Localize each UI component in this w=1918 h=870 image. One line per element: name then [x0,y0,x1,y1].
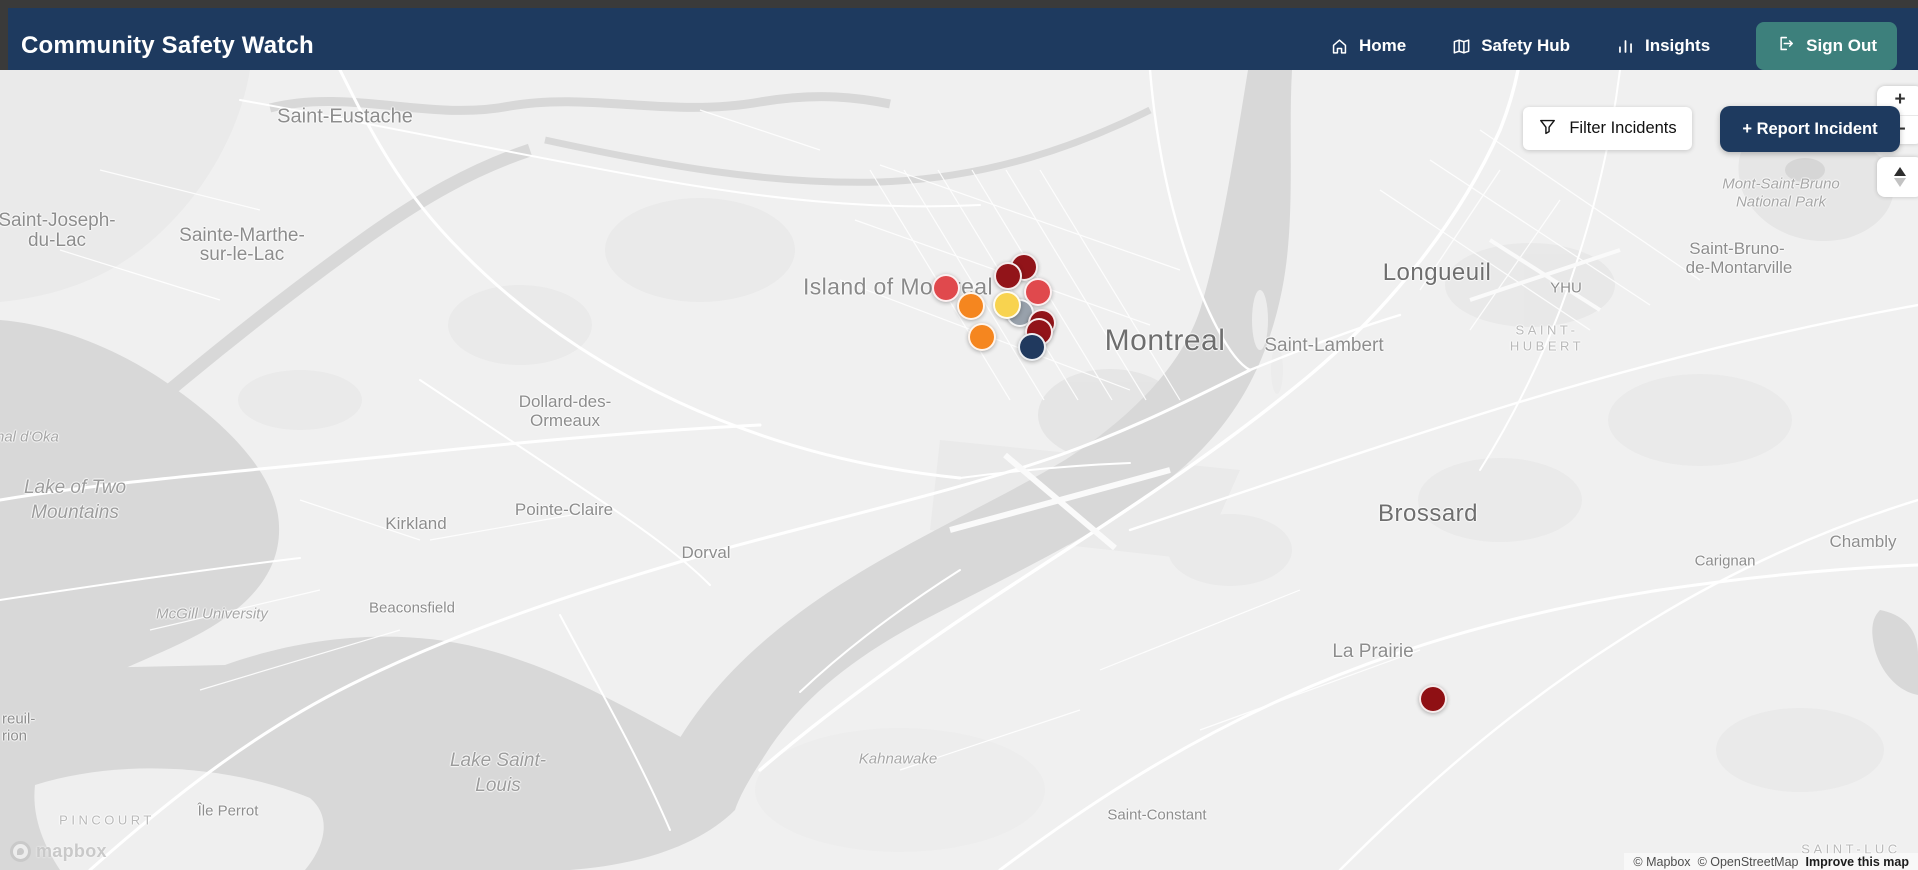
app-title: Community Safety Watch [21,32,314,59]
bar-chart-icon [1616,37,1635,56]
incident-marker[interactable] [1018,333,1046,361]
logout-icon [1776,34,1795,58]
map-icon [1452,37,1471,56]
nav-item-label: Safety Hub [1481,36,1570,55]
header-row: Community Safety Watch Home Safety Hub I… [0,8,1918,70]
compass-south-icon [1894,178,1906,187]
mapbox-logo-text: mapbox [36,841,107,861]
mapbox-logo-icon [10,841,31,862]
mapbox-attribution-link[interactable]: © Mapbox [1633,855,1690,869]
map-attribution: © Mapbox © OpenStreetMap Improve this ma… [1624,853,1918,870]
marker-layer [0,70,1918,870]
filter-incidents-label: Filter Incidents [1569,119,1677,137]
incident-marker[interactable] [932,274,960,302]
incident-marker[interactable] [993,291,1021,319]
incident-marker[interactable] [957,292,985,320]
incident-marker[interactable] [968,323,996,351]
mapbox-logo[interactable]: mapbox [10,841,107,862]
main-nav: Home Safety Hub Insights Sign Out [1330,22,1897,70]
filter-incidents-button[interactable]: Filter Incidents [1523,107,1692,150]
sign-out-label: Sign Out [1806,36,1877,55]
sign-out-button[interactable]: Sign Out [1756,22,1897,70]
nav-item-home[interactable]: Home [1330,36,1406,56]
nav-item-label: Home [1358,36,1407,55]
report-incident-label: + Report Incident [1742,119,1878,138]
window-top-strip [0,0,1918,8]
nav-item-safety-hub[interactable]: Safety Hub [1452,36,1570,56]
funnel-icon [1538,117,1557,141]
nav-item-insights[interactable]: Insights [1616,36,1710,56]
compass-north-icon [1894,167,1906,176]
compass-control[interactable] [1877,157,1918,197]
map-canvas[interactable]: Saint-Eustache Saint-Joseph-du-Lac Sainte-… [0,70,1918,870]
report-incident-button[interactable]: + Report Incident [1720,106,1900,152]
osm-attribution-link[interactable]: © OpenStreetMap [1698,855,1799,869]
improve-map-link[interactable]: Improve this map [1806,855,1910,869]
incident-marker[interactable] [1419,685,1447,713]
nav-item-label: Insights [1645,36,1711,55]
home-icon [1330,37,1349,56]
app-header: Community Safety Watch Home Safety Hub I… [8,8,1918,70]
incident-marker[interactable] [994,262,1022,290]
